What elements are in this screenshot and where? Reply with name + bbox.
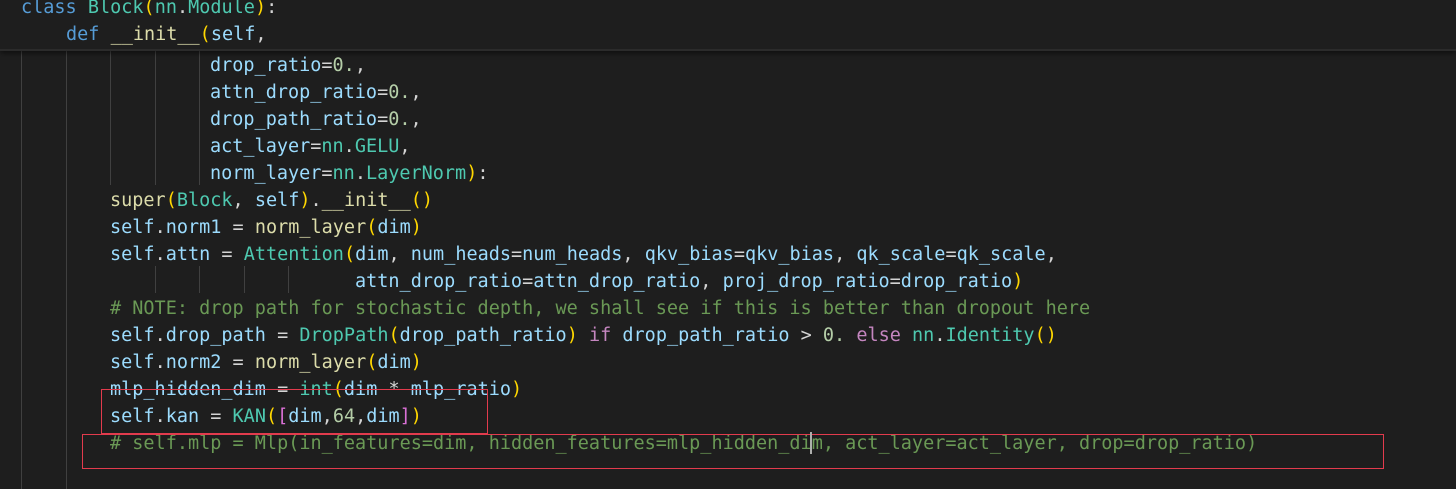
indent-guide [288,266,289,293]
code-line-param-attn-drop-ratio: attn_drop_ratio=0., [210,82,422,103]
code-token: __init__ [110,24,200,45]
indent-guide [199,266,200,293]
code-token: self [110,325,155,346]
annotation-box-kan [101,389,488,434]
code-token: nn [912,325,935,346]
code-line-class-def: class Block(nn.Module): [21,0,277,21]
code-token: 0. [822,325,846,346]
code-line-norm1: self.norm1 = norm_layer(dim) [110,217,422,238]
code-token: norm_layer [254,217,367,238]
code-token: nn [321,136,344,157]
code-line-drop-path: self.drop_path = DropPath(drop_path_rati… [110,325,1057,346]
code-line-param-drop-path-ratio: drop_path_ratio=0., [210,109,422,130]
code-token: class [21,0,77,18]
code-token: Identity [945,325,1035,346]
code-token: attn [165,244,211,265]
code-token: act_layer [210,136,311,157]
code-line-attn-continued: attn_drop_ratio=attn_drop_ratio, proj_dr… [355,271,1024,292]
code-token: norm_layer [210,163,322,184]
code-token: nn [332,163,355,184]
indent-guide [155,49,156,185]
code-token: Block [176,190,233,211]
code-token: qkv_bias [644,244,734,265]
code-token: num_heads [522,244,623,265]
code-line-param-drop-ratio: drop_ratio=0., [210,55,366,76]
code-token: dim [377,352,411,373]
code-token: drop_ratio [210,55,322,76]
code-token: else [856,325,901,346]
code-token: self [254,190,300,211]
code-token: __init__ [321,190,411,211]
code-token: super [110,190,166,211]
code-token: self [210,24,256,45]
annotation-box-mlp [82,434,1384,469]
code-token: qkv_bias [744,244,835,265]
text-cursor [810,432,812,454]
code-token: norm1 [165,217,222,238]
code-token: Attention [243,244,344,265]
code-token: dim [377,217,411,238]
code-token: DropPath [299,325,389,346]
code-line-param-norm-layer: norm_layer=nn.LayerNorm): [210,163,489,184]
code-token: dim [355,244,389,265]
code-token: num_heads [410,244,512,265]
code-token: 0. [332,55,355,76]
code-token: 0. [388,109,411,130]
indent-guide [155,266,156,293]
code-token: norm2 [165,352,222,373]
code-token: Module [188,0,255,18]
code-line-attn: self.attn = Attention(dim, num_heads=num… [110,244,1057,265]
code-token: 0. [388,82,411,103]
code-token: self [110,352,155,373]
code-token: drop_path_ratio [622,325,790,346]
code-token: if [588,325,612,346]
code-line-def-init: def __init__(self, [66,24,267,45]
code-token: norm_layer [254,352,367,373]
sticky-scroll-header[interactable]: class Block(nn.Module): def __init__(sel… [0,0,1456,51]
code-token: def [66,24,100,45]
indent-guide [110,49,111,185]
code-token: drop_path_ratio [399,325,567,346]
code-token: drop_path_ratio [210,109,378,130]
code-token: LayerNorm [365,163,467,184]
code-token: nn [154,0,177,18]
code-token: drop_ratio [900,271,1013,292]
code-token: GELU [354,136,400,157]
code-token: drop_path [165,325,266,346]
code-token: proj_drop_ratio [722,271,890,292]
code-token: Block [87,0,144,18]
code-token: self [110,244,155,265]
code-line-param-act-layer: act_layer=nn.GELU, [210,136,411,157]
code-token: attn_drop_ratio [355,271,523,292]
code-line-note-comment: # NOTE: drop path for stochastic depth, … [110,298,1091,319]
code-token: qk_scale [956,244,1046,265]
code-token: attn_drop_ratio [210,82,378,103]
code-editor[interactable]: class Block(nn.Module): def __init__(sel… [0,0,1456,489]
indent-guide [66,49,67,489]
code-line-super-init: super(Block, self).__init__() [110,190,434,211]
code-line-norm2: self.norm2 = norm_layer(dim) [110,352,422,373]
indent-guide [244,266,245,293]
code-token: qk_scale [856,244,946,265]
indent-guide [21,49,22,489]
code-token: self [110,217,155,238]
code-token: attn_drop_ratio [533,271,701,292]
indent-guide [199,49,200,185]
